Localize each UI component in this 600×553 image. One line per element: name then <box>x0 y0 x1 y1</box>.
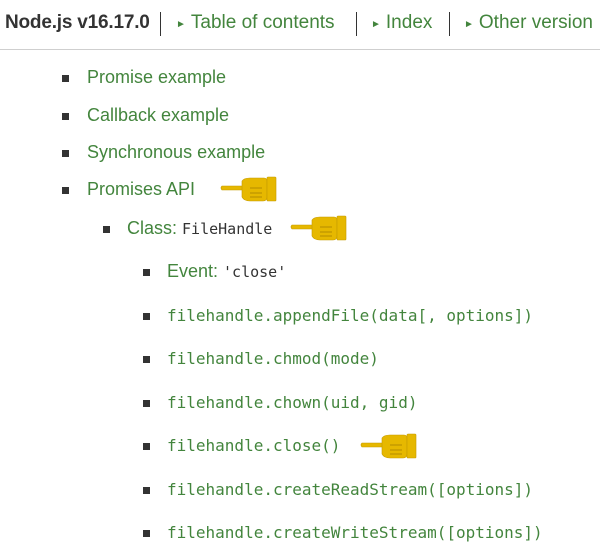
other-versions-label: Other version <box>478 12 593 33</box>
table-of-contents-label: Table of contents <box>190 12 335 33</box>
list-bullet <box>62 75 69 82</box>
pointing-hand-icon <box>360 433 417 459</box>
index-link[interactable]: ► Index <box>371 12 432 34</box>
nav-divider <box>449 12 450 36</box>
pointing-hand-icon <box>220 176 277 202</box>
class-name-code: FileHandle <box>182 220 273 238</box>
nav-divider <box>160 12 161 36</box>
right-arrow-icon: ► <box>176 19 186 30</box>
page-title: Node.js v16.17.0 <box>5 12 150 33</box>
other-versions-link[interactable]: ► Other version <box>464 12 593 34</box>
right-arrow-icon: ► <box>464 19 474 30</box>
event-prefix-label: Event: <box>167 261 224 281</box>
event-name-code: 'close' <box>223 263 287 281</box>
top-navigation-bar: Node.js v16.17.0 ► Table of contents ► Ind… <box>0 0 600 50</box>
list-bullet <box>143 269 150 276</box>
toc-item-method-close[interactable]: filehandle.close() <box>167 436 340 455</box>
toc-item-method-chmod[interactable]: filehandle.chmod(mode) <box>167 349 379 368</box>
list-bullet <box>143 530 150 537</box>
list-bullet <box>143 356 150 363</box>
toc-item-event-close[interactable]: Event: 'close' <box>167 261 286 282</box>
toc-item-method-createreadstream[interactable]: filehandle.createReadStream([options]) <box>167 480 533 499</box>
toc-item-callback-example[interactable]: Callback example <box>87 105 229 126</box>
list-bullet <box>143 313 150 320</box>
list-bullet <box>62 150 69 157</box>
toc-item-method-createwritestream[interactable]: filehandle.createWriteStream([options]) <box>167 523 543 542</box>
toc-item-synchronous-example[interactable]: Synchronous example <box>87 142 265 163</box>
right-arrow-icon: ► <box>371 19 381 30</box>
list-bullet <box>143 487 150 494</box>
nav-divider <box>356 12 357 36</box>
index-label: Index <box>385 12 433 33</box>
toc-item-promises-api[interactable]: Promises API <box>87 179 195 200</box>
toc-item-class-filehandle[interactable]: Class: FileHandle <box>127 218 272 239</box>
list-bullet <box>103 226 110 233</box>
toc-item-method-appendfile[interactable]: filehandle.appendFile(data[, options]) <box>167 306 533 325</box>
table-of-contents-link[interactable]: ► Table of contents <box>176 12 335 34</box>
toc-item-promise-example[interactable]: Promise example <box>87 67 226 88</box>
list-bullet <box>143 400 150 407</box>
list-bullet <box>143 443 150 450</box>
class-prefix-label: Class: <box>127 218 183 238</box>
pointing-hand-icon <box>290 215 347 241</box>
toc-item-method-chown[interactable]: filehandle.chown(uid, gid) <box>167 393 417 412</box>
list-bullet <box>62 187 69 194</box>
list-bullet <box>62 113 69 120</box>
